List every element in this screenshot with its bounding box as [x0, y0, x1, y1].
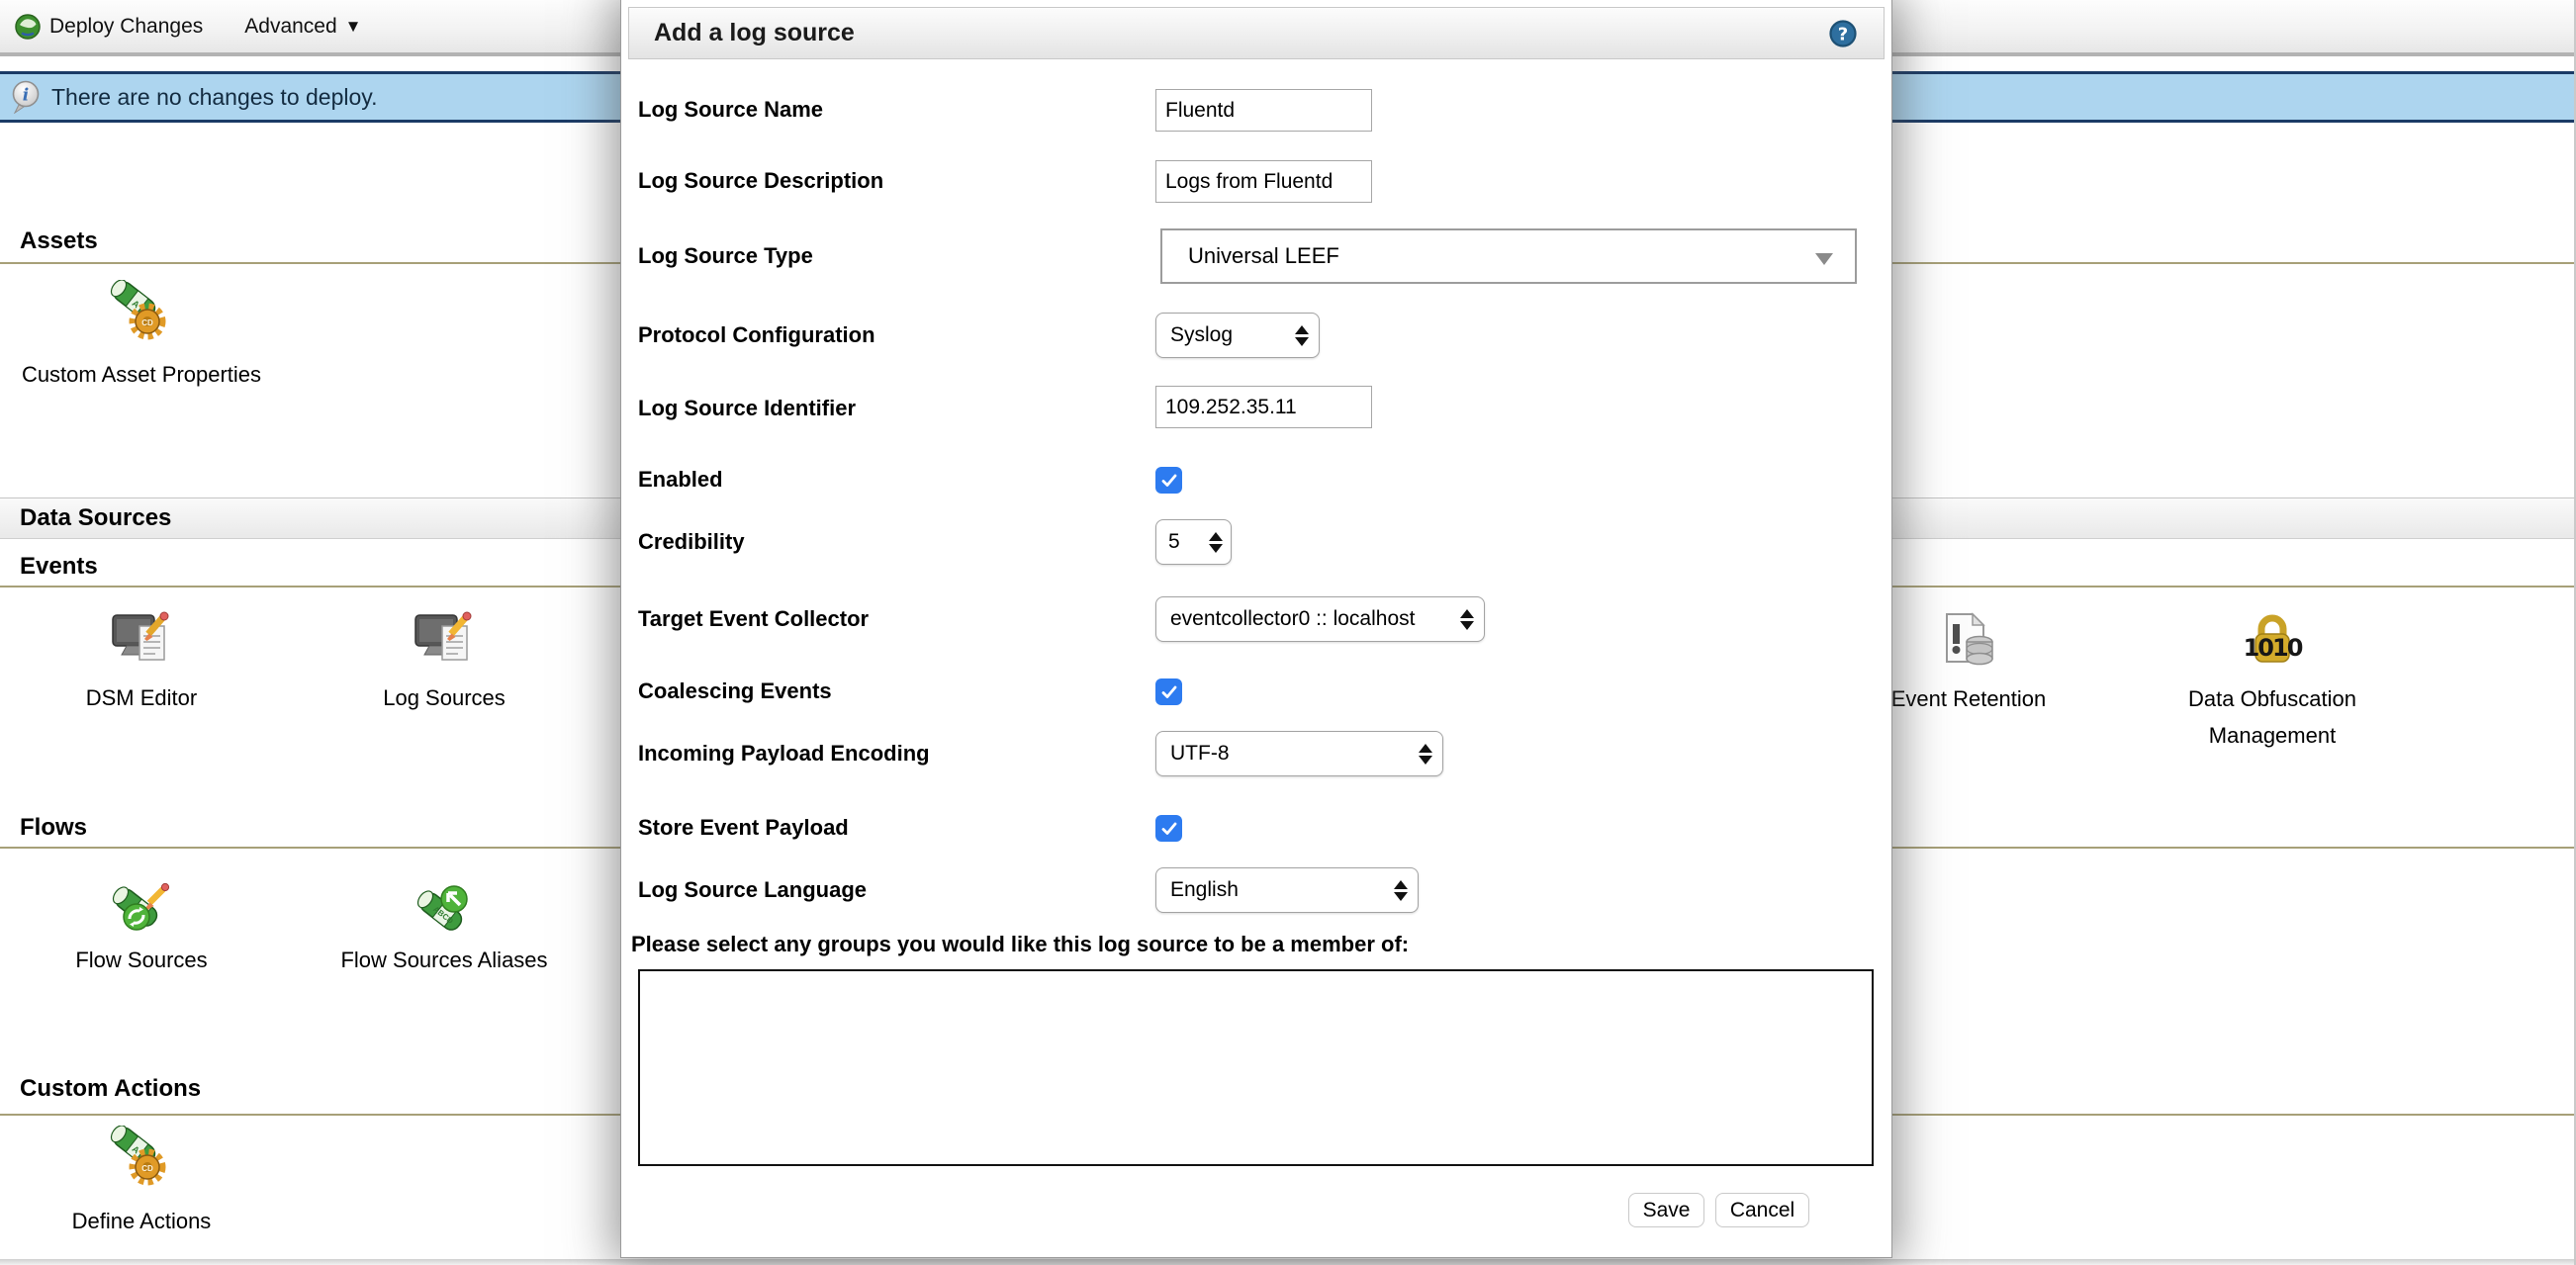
document-alert-database-icon	[1937, 609, 2000, 673]
select-arrows-icon	[1394, 880, 1408, 901]
coalescing-events-label: Coalescing Events	[638, 677, 832, 706]
log-source-description-input[interactable]	[1155, 160, 1372, 203]
groups-prompt: Please select any groups you would like …	[631, 930, 1409, 959]
incoming-payload-encoding-select[interactable]: UTF-8	[1155, 731, 1443, 776]
admin-console-page: Deploy Changes Advanced ▼ i There are no…	[0, 0, 2576, 1265]
monitor-edit-icon	[110, 609, 173, 673]
store-event-payload-label: Store Event Payload	[638, 813, 849, 843]
target-event-collector-select[interactable]: eventcollector0 :: localhost	[1155, 596, 1485, 642]
log-source-description-label: Log Source Description	[638, 166, 883, 196]
log-source-type-label: Log Source Type	[638, 241, 813, 271]
section-heading-data-sources: Data Sources	[20, 504, 171, 532]
define-actions-label[interactable]: Define Actions	[0, 1207, 310, 1236]
target-event-collector-label: Target Event Collector	[638, 604, 869, 634]
section-heading-flows: Flows	[20, 813, 87, 843]
target-event-collector-value: eventcollector0 :: localhost	[1170, 607, 1415, 631]
padlock-binary-icon: 1010	[2241, 609, 2304, 673]
deploy-changes-button[interactable]: Deploy Changes	[0, 13, 217, 41]
flow-roll-refresh-icon	[110, 881, 173, 945]
log-source-language-value: English	[1170, 878, 1239, 902]
section-heading-custom-actions: Custom Actions	[20, 1074, 201, 1104]
event-retention-icon[interactable]	[1937, 609, 2000, 673]
help-icon[interactable]: ?	[1828, 19, 1858, 48]
svg-text:CD: CD	[141, 318, 153, 327]
section-heading-events: Events	[20, 552, 98, 582]
globe-deploy-icon	[14, 13, 42, 41]
money-gear-icon: A CD	[110, 1126, 173, 1189]
data-obfuscation-label-line1[interactable]: Data Obfuscation	[2104, 684, 2440, 714]
data-obfuscation-label-line2[interactable]: Management	[2104, 721, 2440, 751]
section-heading-assets: Assets	[20, 226, 98, 256]
select-arrows-icon	[1209, 532, 1223, 553]
enabled-label: Enabled	[638, 465, 723, 495]
dropdown-arrow-icon	[1815, 253, 1833, 265]
info-balloon-icon: i	[10, 80, 42, 114]
dsm-editor-label[interactable]: DSM Editor	[0, 683, 310, 713]
credibility-value: 5	[1168, 530, 1180, 554]
flow-sources-icon[interactable]	[110, 881, 173, 945]
log-source-identifier-label: Log Source Identifier	[638, 394, 856, 423]
svg-text:CD: CD	[141, 1164, 153, 1173]
incoming-payload-encoding-value: UTF-8	[1170, 742, 1230, 766]
protocol-configuration-select[interactable]: Syslog	[1155, 313, 1320, 358]
protocol-configuration-value: Syslog	[1170, 323, 1233, 347]
select-arrows-icon	[1419, 744, 1432, 765]
log-source-type-value: Universal LEEF	[1188, 243, 1339, 269]
dsm-editor-icon[interactable]	[110, 609, 173, 673]
checkmark-icon	[1160, 683, 1178, 701]
dialog-title: Add a log source	[654, 19, 855, 47]
monitor-edit-icon	[413, 609, 476, 673]
flow-sources-label[interactable]: Flow Sources	[0, 946, 310, 975]
enabled-checkbox[interactable]	[1155, 467, 1182, 494]
cancel-button[interactable]: Cancel	[1715, 1193, 1809, 1227]
svg-text:1010: 1010	[2244, 634, 2303, 662]
log-source-name-input[interactable]	[1155, 89, 1372, 132]
money-gear-icon: A CD	[110, 280, 173, 343]
deploy-status-message: There are no changes to deploy.	[51, 84, 377, 111]
checkmark-icon	[1160, 820, 1178, 838]
dialog-titlebar: Add a log source ?	[628, 7, 1885, 59]
page-bottom-band	[0, 1259, 2576, 1265]
log-source-identifier-input[interactable]	[1155, 386, 1372, 428]
credibility-label: Credibility	[638, 527, 745, 557]
coalescing-events-checkbox[interactable]	[1155, 678, 1182, 705]
svg-text:i: i	[23, 86, 29, 106]
save-button[interactable]: Save	[1628, 1193, 1704, 1227]
advanced-menu-button[interactable]: Advanced ▼	[230, 15, 375, 39]
checkmark-icon	[1160, 472, 1178, 490]
select-arrows-icon	[1295, 325, 1309, 346]
flow-sources-aliases-label[interactable]: Flow Sources Aliases	[276, 946, 612, 975]
custom-asset-properties-icon[interactable]: A CD	[110, 280, 173, 343]
credibility-select[interactable]: 5	[1155, 519, 1232, 565]
incoming-payload-encoding-label: Incoming Payload Encoding	[638, 739, 930, 768]
store-event-payload-checkbox[interactable]	[1155, 815, 1182, 842]
custom-asset-properties-label[interactable]: Custom Asset Properties	[0, 360, 310, 390]
log-source-language-label: Log Source Language	[638, 875, 867, 905]
select-arrows-icon	[1460, 609, 1474, 630]
groups-listbox[interactable]	[638, 969, 1874, 1166]
flow-roll-alias-icon: ABCD	[413, 881, 476, 945]
define-actions-icon[interactable]: A CD	[110, 1126, 173, 1189]
flow-sources-aliases-icon[interactable]: ABCD	[413, 881, 476, 945]
log-source-language-select[interactable]: English	[1155, 867, 1419, 913]
data-obfuscation-management-icon[interactable]: 1010	[2241, 609, 2304, 673]
svg-text:?: ?	[1838, 24, 1848, 45]
log-sources-label[interactable]: Log Sources	[276, 683, 612, 713]
deploy-changes-label: Deploy Changes	[49, 15, 203, 39]
advanced-label: Advanced	[244, 15, 336, 39]
log-sources-icon[interactable]	[413, 609, 476, 673]
log-source-type-dropdown[interactable]: Universal LEEF	[1160, 228, 1857, 284]
log-source-name-label: Log Source Name	[638, 95, 823, 125]
protocol-configuration-label: Protocol Configuration	[638, 320, 875, 350]
add-log-source-dialog: Add a log source ? Log Source Name Log S…	[620, 0, 1892, 1258]
chevron-down-icon: ▼	[345, 17, 362, 37]
